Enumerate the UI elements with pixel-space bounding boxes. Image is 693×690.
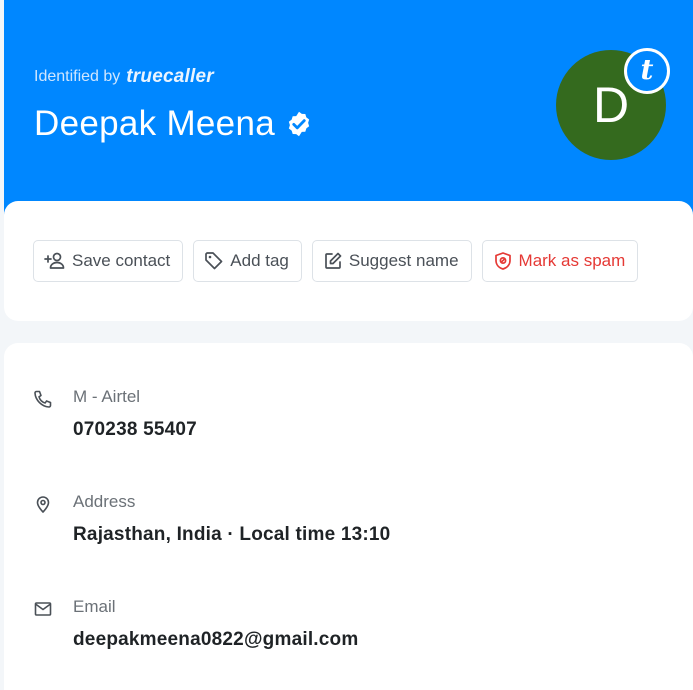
save-contact-button[interactable]: Save contact (33, 240, 184, 282)
shield-icon (494, 252, 511, 270)
mark-as-spam-label: Mark as spam (518, 251, 626, 270)
mail-icon (34, 602, 52, 616)
phone-icon (34, 390, 52, 408)
action-bar: Save contact Add tag Suggest name Mark a… (33, 240, 639, 282)
add-tag-label: Add tag (230, 251, 289, 270)
email-label: Email (73, 597, 116, 616)
truecaller-logo: truecaller (126, 66, 214, 87)
details-card: M - Airtel 070238 55407 Address Rajastha… (4, 343, 693, 690)
email-value[interactable]: deepakmeena0822@gmail.com (73, 629, 358, 651)
address-value: Rajasthan, India · Local time 13:10 (73, 524, 391, 545)
add-person-icon (44, 252, 65, 269)
edit-icon (325, 252, 342, 269)
actions-card: Save contact Add tag Suggest name Mark a… (4, 201, 693, 321)
badge-letter: t (640, 52, 654, 86)
contact-name: Deepak Meena (34, 104, 275, 143)
verified-badge-icon (285, 110, 313, 138)
phone-number[interactable]: 070238 55407 (73, 419, 197, 441)
identified-by: Identified by truecaller (34, 66, 214, 88)
truecaller-badge-icon: t (624, 48, 670, 94)
location-pin-icon (36, 496, 50, 513)
suggest-name-label: Suggest name (348, 251, 459, 270)
identified-by-label: Identified by (34, 68, 121, 85)
add-tag-button[interactable]: Add tag (193, 240, 302, 282)
phone-carrier-label: M - Airtel (73, 387, 141, 406)
save-contact-label: Save contact (72, 251, 171, 270)
name-row: Deepak Meena (34, 104, 313, 144)
suggest-name-button[interactable]: Suggest name (311, 240, 472, 282)
address-label: Address (73, 492, 136, 511)
mark-as-spam-button[interactable]: Mark as spam (481, 240, 639, 282)
tag-icon (205, 252, 223, 270)
